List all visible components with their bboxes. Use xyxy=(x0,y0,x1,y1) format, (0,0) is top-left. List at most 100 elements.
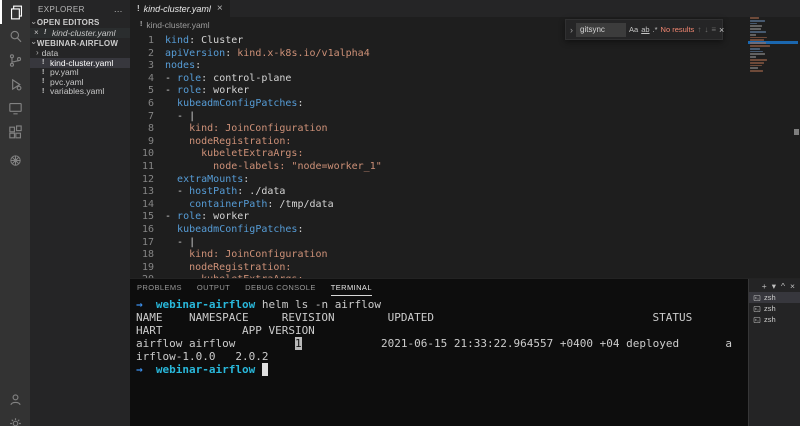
maximize-panel-icon[interactable]: ^ xyxy=(781,281,785,291)
search-icon[interactable] xyxy=(0,24,30,48)
explorer-icon[interactable] xyxy=(0,0,30,24)
line-number: 11 xyxy=(141,160,154,172)
file-label: kind-cluster.yaml xyxy=(50,58,114,68)
terminal-label: zsh xyxy=(764,293,776,302)
panel-tab-debug-console[interactable]: DEBUG CONSOLE xyxy=(245,279,316,296)
sidebar-item-variables.yaml[interactable]: ! variables.yaml xyxy=(30,87,130,97)
settings-gear-icon[interactable] xyxy=(0,411,30,426)
line-number: 4 xyxy=(147,72,154,84)
find-results-status: No results xyxy=(660,25,695,34)
breadcrumb-file: kind-cluster.yaml xyxy=(146,19,210,30)
sidebar-more-actions-icon[interactable]: … xyxy=(114,4,123,14)
yaml-file-icon: ! xyxy=(140,21,143,28)
code-text: - | xyxy=(165,110,196,122)
line-number: 8 xyxy=(147,123,154,135)
find-close-icon[interactable]: × xyxy=(719,25,724,35)
terminal-label: zsh xyxy=(764,315,776,324)
code-line: 2 apiVersion: kind.x-k8s.io/v1alpha4 xyxy=(130,48,754,61)
terminal-list-item-1[interactable]: zsh xyxy=(749,292,800,303)
minimap[interactable] xyxy=(748,17,798,267)
terminal-list-item-2[interactable]: zsh xyxy=(749,303,800,314)
code-line: 17 - | xyxy=(130,237,754,250)
find-expand-icon[interactable]: › xyxy=(570,25,573,35)
regex-icon[interactable]: .* xyxy=(653,25,658,34)
extensions-icon[interactable] xyxy=(0,120,30,144)
terminal[interactable]: → webinar-airflow helm ls -n airflow NAME… xyxy=(136,298,742,426)
terminal-label: zsh xyxy=(764,304,776,313)
code-text: kind: JoinConfiguration xyxy=(165,123,328,135)
find-input[interactable] xyxy=(576,22,626,37)
source-control-icon[interactable] xyxy=(0,48,30,72)
code-line: 4 - role: control-plane xyxy=(130,73,754,86)
terminal-line: irflow-1.0.0 2.0.2 xyxy=(136,350,269,363)
overview-ruler-mark xyxy=(794,129,799,135)
code-text: - role: control-plane xyxy=(165,72,292,84)
panel-tab-terminal[interactable]: TERMINAL xyxy=(330,279,372,296)
code-line: 6 kubeadmConfigPatches: xyxy=(130,98,754,111)
code-editor[interactable]: 1 kind: Cluster 2 apiVersion: kind.x-k8s.io… xyxy=(130,35,754,278)
code-line: 11 node-labels: "node=worker_1" xyxy=(130,161,754,174)
find-previous-icon[interactable]: ↑ xyxy=(697,25,701,34)
file-label: data xyxy=(41,48,59,59)
file-label: variables.yaml xyxy=(50,86,105,97)
terminal-icon xyxy=(753,294,761,301)
code-text: kubeadmConfigPatches: xyxy=(177,97,304,109)
code-line: 3 nodes: xyxy=(130,60,754,73)
tab-kind-cluster-yaml[interactable]: ! kind-cluster.yaml × xyxy=(130,0,231,17)
close-panel-icon[interactable]: × xyxy=(790,281,795,291)
code-text: - hostPath: ./data xyxy=(165,186,286,198)
panel-tab-problems[interactable]: PROBLEMS xyxy=(137,279,182,296)
terminal-dropdown-icon[interactable]: ▾ xyxy=(772,281,776,292)
line-number: 15 xyxy=(141,211,154,223)
code-text: kubeadmConfigPatches: xyxy=(177,223,304,235)
yaml-file-icon: ! xyxy=(42,87,45,95)
tab-bar: ! kind-cluster.yaml × xyxy=(130,0,800,17)
yaml-file-icon: ! xyxy=(42,78,45,86)
code-text: apiVersion: kind.x-k8s.io/v1alpha4 xyxy=(165,47,370,59)
code-text: - role: worker xyxy=(165,211,250,223)
tab-close-icon[interactable]: × xyxy=(217,3,223,14)
chevron-down-icon: › xyxy=(29,21,39,24)
find-in-selection-icon[interactable]: ≡ xyxy=(711,25,716,34)
sidebar-item-pv.yaml[interactable]: ! pv.yaml xyxy=(30,68,130,78)
line-number: 5 xyxy=(147,85,154,97)
code-line: 12 extraMounts: xyxy=(130,174,754,187)
code-text: kubeletExtraArgs: xyxy=(165,148,304,160)
panel-tab-bar: PROBLEMS OUTPUT DEBUG CONSOLE TERMINAL xyxy=(130,279,800,296)
find-next-icon[interactable]: ↓ xyxy=(704,25,708,34)
run-and-debug-icon[interactable] xyxy=(0,72,30,96)
terminal-line: HART APP VERSION xyxy=(136,324,315,337)
workspace-section[interactable]: › WEBINAR-AIRFLOW xyxy=(29,38,130,49)
line-number: 13 xyxy=(141,186,154,198)
match-case-icon[interactable]: Aa xyxy=(629,25,638,34)
sidebar-item-pvc.yaml[interactable]: ! pvc.yaml xyxy=(30,77,130,87)
code-text: - | xyxy=(165,236,196,248)
terminal-list-item-3[interactable]: zsh xyxy=(749,314,800,325)
account-icon[interactable] xyxy=(0,387,30,411)
open-editors-section[interactable]: › OPEN EDITORS xyxy=(29,17,130,28)
new-terminal-icon[interactable]: + xyxy=(762,281,767,291)
code-line: 5 - role: worker xyxy=(130,85,754,98)
close-icon[interactable]: × xyxy=(34,28,41,37)
sidebar-item-kind-cluster.yaml[interactable]: ! kind-cluster.yaml xyxy=(30,58,130,68)
whole-word-icon[interactable]: ab xyxy=(641,25,649,34)
line-number: 16 xyxy=(141,223,154,235)
sidebar-item-data[interactable]: › data xyxy=(30,49,130,59)
line-number: 1 xyxy=(147,35,154,46)
yaml-file-icon: ! xyxy=(44,29,47,37)
terminal-line: → webinar-airflow xyxy=(136,363,742,376)
chevron-right-icon: › xyxy=(36,48,39,58)
yaml-file-icon: ! xyxy=(42,59,45,67)
code-text: nodeRegistration: xyxy=(165,261,292,273)
line-number: 9 xyxy=(147,135,154,147)
code-line: 19 nodeRegistration: xyxy=(130,262,754,275)
line-number: 10 xyxy=(141,148,154,160)
remote-explorer-icon[interactable] xyxy=(0,96,30,120)
panel-tab-output[interactable]: OUTPUT xyxy=(197,279,230,296)
code-text: nodeRegistration: xyxy=(165,135,292,147)
kubernetes-icon[interactable] xyxy=(0,148,30,172)
explorer-sidebar: EXPLORER … › OPEN EDITORS ×! kind-cluster… xyxy=(29,0,130,426)
line-number: 18 xyxy=(141,249,154,261)
line-number: 6 xyxy=(147,97,154,109)
open-editor-item[interactable]: ×! kind-cluster.yaml xyxy=(30,28,130,38)
